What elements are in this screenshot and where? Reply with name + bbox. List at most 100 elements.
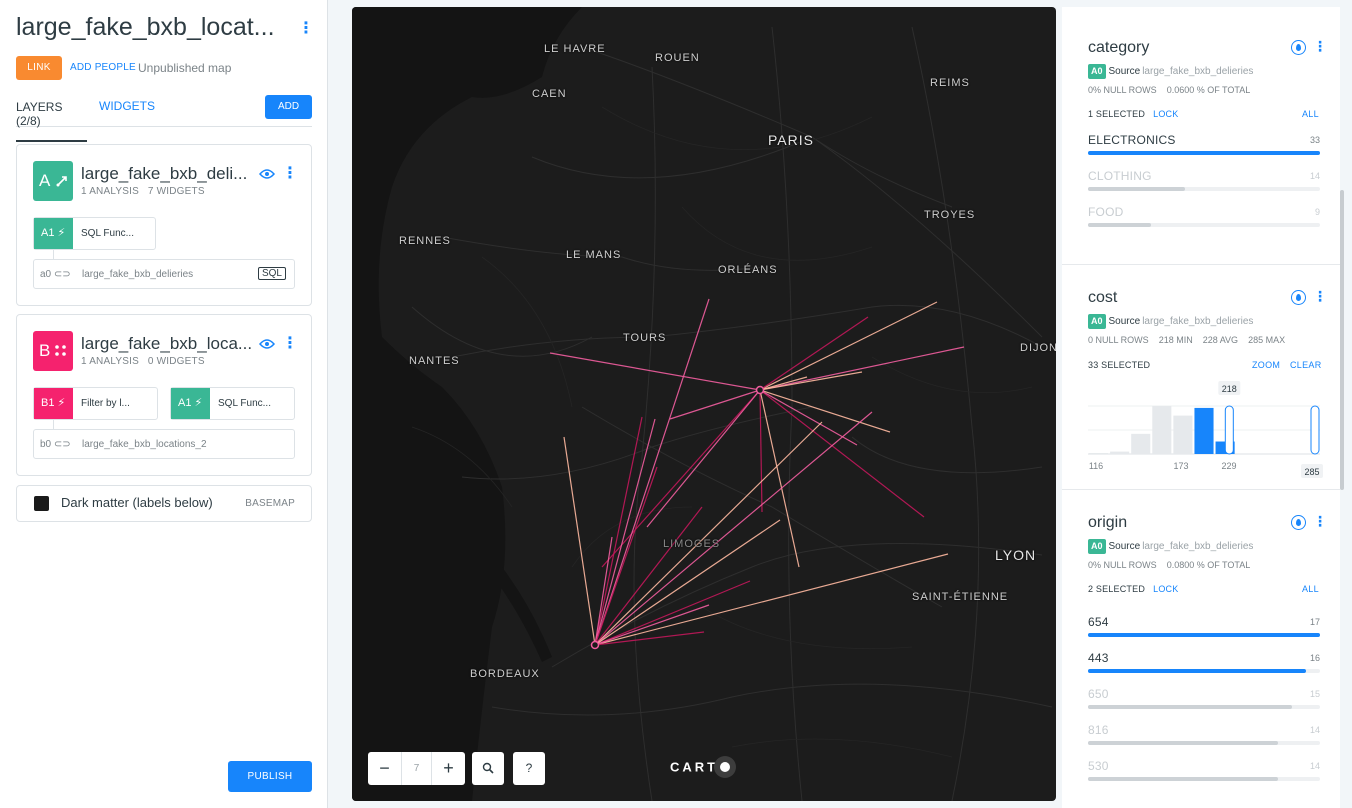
- histogram-chart[interactable]: 218 285 116 173 229: [1088, 374, 1328, 478]
- tab-widgets[interactable]: WIDGETS: [99, 99, 155, 113]
- city-label: NANTES: [409, 355, 460, 367]
- search-map-button[interactable]: [472, 752, 504, 785]
- histogram-tick-label: 229: [1221, 461, 1236, 471]
- category-bar: [1088, 705, 1293, 709]
- category-bar-track: [1088, 669, 1320, 673]
- category-label: CLOTHING: [1088, 169, 1152, 183]
- category-bar: [1088, 633, 1320, 637]
- flow-line: [759, 301, 938, 391]
- flow-hub-point[interactable]: [590, 640, 600, 650]
- widget-source: A0 Source large_fake_bxb_delieries: [1088, 538, 1253, 555]
- city-label: LE HAVRE: [544, 43, 606, 55]
- zoom-level: 7: [401, 752, 432, 785]
- category-bar: [1088, 223, 1151, 227]
- style-drop-icon[interactable]: [1291, 290, 1306, 305]
- lightning-icon: ⚡: [194, 397, 203, 409]
- widget-title: category: [1088, 39, 1150, 56]
- category-bar-track: [1088, 633, 1320, 637]
- widget-source: A0 Source large_fake_bxb_delieries: [1088, 63, 1253, 80]
- basemap-card[interactable]: Dark matter (labels below) BASEMAP: [16, 485, 312, 522]
- tab-layers[interactable]: LAYERS (2/8): [16, 100, 87, 142]
- city-label: PARIS: [768, 132, 814, 148]
- flow-line: [759, 346, 965, 391]
- category-count: 14: [1309, 761, 1320, 771]
- category-label: 530: [1088, 759, 1109, 773]
- editor-panel: large_fake_bxb_locat... ⋮ LINK ADD PEOPL…: [0, 0, 328, 808]
- range-handle-right[interactable]: [1310, 405, 1320, 455]
- source-node[interactable]: a0 ⊂⊃ large_fake_bxb_delieries SQL: [33, 259, 295, 289]
- category-count: 16: [1309, 653, 1320, 663]
- select-all-link[interactable]: ALL: [1302, 109, 1319, 119]
- link-button[interactable]: LINK: [16, 56, 62, 80]
- map-title[interactable]: large_fake_bxb_locat...: [16, 13, 275, 42]
- range-handle-left[interactable]: [1224, 405, 1234, 455]
- category-bar: [1088, 777, 1279, 781]
- analysis-id: A1 ⚡: [34, 218, 73, 249]
- layer-name[interactable]: large_fake_bxb_deli...: [81, 164, 247, 184]
- category-bar: [1088, 151, 1320, 155]
- sql-badge[interactable]: SQL: [257, 267, 286, 280]
- origin-widget: origin ⋮ A0 Source large_fake_bxb_delierie…: [1062, 491, 1340, 808]
- analysis-node[interactable]: A1 ⚡ SQL Func...: [33, 217, 156, 250]
- publish-status: Unpublished map: [138, 61, 232, 75]
- category-bar: [1088, 669, 1307, 673]
- widgets-scrollbar[interactable]: [1340, 190, 1344, 490]
- flow-line: [594, 506, 703, 646]
- help-button[interactable]: ?: [513, 752, 545, 785]
- style-drop-icon[interactable]: [1291, 515, 1306, 530]
- category-widget: category ⋮ A0 Source large_fake_bxb_delier…: [1062, 7, 1340, 265]
- flow-line: [594, 421, 823, 646]
- category-label: FOOD: [1088, 205, 1124, 219]
- category-count: 15: [1309, 689, 1320, 699]
- city-label: LE MANS: [566, 249, 622, 261]
- layer-badge-a: A: [33, 161, 73, 201]
- category-count: 33: [1309, 135, 1320, 145]
- basemap-name: Dark matter (labels below): [61, 495, 213, 510]
- range-low-label: 218: [1222, 384, 1237, 394]
- city-label: TROYES: [924, 209, 976, 221]
- analysis-node[interactable]: B1 ⚡ Filter by l...: [33, 387, 158, 420]
- source-name: large_fake_bxb_locations_2: [82, 439, 207, 450]
- city-label: BORDEAUX: [470, 668, 540, 680]
- zoom-in-button[interactable]: +: [432, 752, 465, 785]
- widget-options-kebab-icon[interactable]: ⋮: [1313, 513, 1327, 530]
- link-chain-icon: ⊂⊃: [53, 269, 71, 280]
- flow-layer-icon: [56, 176, 67, 187]
- style-drop-icon[interactable]: [1291, 40, 1306, 55]
- analysis-node[interactable]: A1 ⚡ SQL Func...: [170, 387, 295, 420]
- clear-link[interactable]: CLEAR: [1290, 360, 1322, 370]
- analysis-id: A1 ⚡: [171, 388, 210, 419]
- zoom-out-button[interactable]: −: [368, 752, 401, 785]
- selected-count: 33 SELECTED: [1088, 360, 1151, 370]
- carto-logo: CART: [670, 756, 737, 779]
- category-bar-track: [1088, 741, 1320, 745]
- lock-link[interactable]: LOCK: [1153, 109, 1178, 119]
- layer-card-a[interactable]: A large_fake_bxb_deli... 1 ANALYSIS 7 WI…: [16, 144, 312, 306]
- lightning-icon: ⚡: [57, 397, 66, 409]
- layer-options-kebab-icon[interactable]: ⋮: [282, 165, 298, 183]
- eye-icon[interactable]: [259, 168, 275, 180]
- source-node[interactable]: b0 ⊂⊃ large_fake_bxb_locations_2: [33, 429, 295, 459]
- category-label: 650: [1088, 687, 1109, 701]
- select-all-link[interactable]: ALL: [1302, 584, 1319, 594]
- lock-link[interactable]: LOCK: [1153, 584, 1178, 594]
- widget-options-kebab-icon[interactable]: ⋮: [1313, 38, 1327, 55]
- layer-card-b[interactable]: B large_fake_bxb_loca... 1 ANALYSIS 0 WI…: [16, 314, 312, 476]
- search-icon: [482, 762, 494, 774]
- zoom-link[interactable]: ZOOM: [1252, 360, 1280, 370]
- publish-button[interactable]: PUBLISH: [228, 761, 312, 792]
- city-label: TOURS: [623, 332, 667, 344]
- add-layer-button[interactable]: ADD: [265, 95, 312, 119]
- add-people-link[interactable]: ADD PEOPLE: [70, 62, 136, 73]
- widget-options-kebab-icon[interactable]: ⋮: [1313, 288, 1327, 305]
- layer-options-kebab-icon[interactable]: ⋮: [282, 335, 298, 353]
- city-label: ROUEN: [655, 52, 700, 64]
- map-options-kebab-icon[interactable]: ⋮: [298, 20, 314, 38]
- analysis-label: SQL Func...: [218, 398, 271, 409]
- eye-icon[interactable]: [259, 338, 275, 350]
- flow-hub-point[interactable]: [755, 385, 765, 395]
- layer-name[interactable]: large_fake_bxb_loca...: [81, 334, 252, 354]
- map-canvas[interactable]: LE HAVRE ROUEN CAEN PARIS REIMS TROYES R…: [352, 7, 1056, 801]
- widget-stats: 0 NULL ROWS 218 MIN 228 AVG 285 MAX: [1088, 335, 1286, 345]
- widget-title: cost: [1088, 289, 1118, 306]
